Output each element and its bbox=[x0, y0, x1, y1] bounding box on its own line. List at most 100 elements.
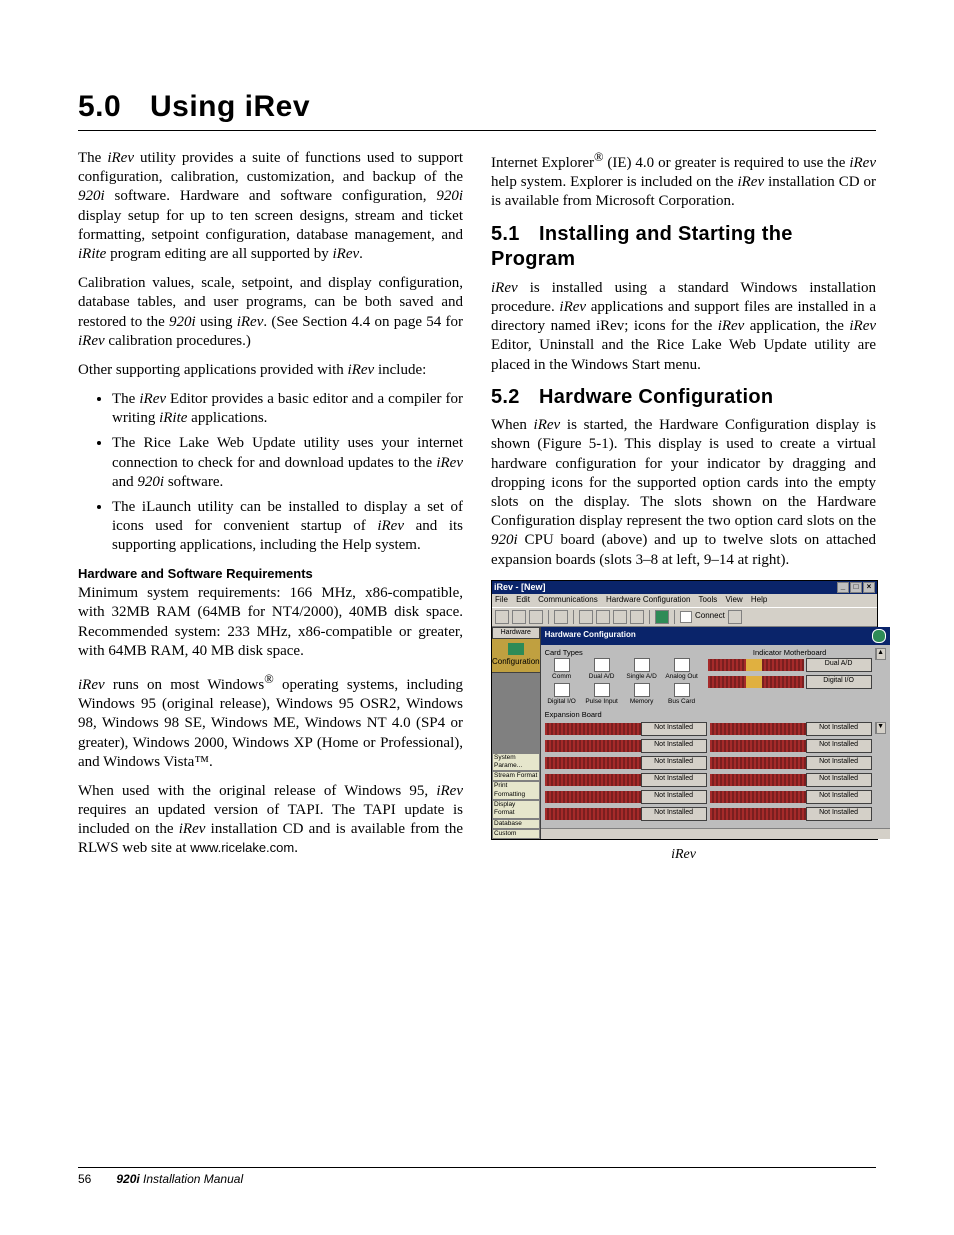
slot[interactable] bbox=[710, 740, 806, 752]
slot[interactable] bbox=[710, 791, 806, 803]
motherboard-group: Indicator Motherboard Dual A/D Digital I… bbox=[708, 648, 872, 693]
vertical-scrollbar[interactable]: ▲ bbox=[875, 648, 886, 660]
toolbar-button[interactable] bbox=[596, 610, 610, 624]
heading-5-2: 5.2Hardware Configuration bbox=[491, 385, 876, 411]
toolbar-button[interactable] bbox=[529, 610, 543, 624]
slot[interactable] bbox=[545, 791, 641, 803]
slot[interactable] bbox=[545, 774, 641, 786]
slot[interactable] bbox=[545, 757, 641, 769]
card-types-group: Card Types Comm Dual A/D Single A/D Anal… bbox=[545, 648, 705, 721]
menu-item[interactable]: Edit bbox=[516, 595, 530, 604]
irev-window: iRev - [New] _ □ × File Edit Communicati… bbox=[491, 580, 878, 841]
maximize-button[interactable]: □ bbox=[850, 582, 862, 593]
slot-button[interactable]: Not Installed bbox=[806, 722, 872, 736]
slot-button[interactable]: Not Installed bbox=[806, 756, 872, 770]
slot-button[interactable]: Digital I/O bbox=[806, 675, 872, 689]
vertical-scrollbar[interactable]: ▼ bbox=[875, 722, 886, 734]
para-other-apps: Other supporting applications provided w… bbox=[78, 361, 463, 380]
card-type[interactable]: Analog Out bbox=[665, 658, 699, 681]
slot-button[interactable]: Not Installed bbox=[806, 773, 872, 787]
window-title: iRev - [New] bbox=[494, 582, 546, 594]
slot[interactable] bbox=[710, 808, 806, 820]
slot-button[interactable]: Not Installed bbox=[806, 807, 872, 821]
slot-button[interactable]: Not Installed bbox=[641, 756, 707, 770]
slot-button[interactable]: Not Installed bbox=[641, 773, 707, 787]
card-type[interactable]: Pulse Input bbox=[585, 683, 619, 706]
sidebar-tab-hardware[interactable]: Hardware bbox=[492, 627, 540, 640]
para-calibration: Calibration values, scale, setpoint, and… bbox=[78, 274, 463, 351]
toolbar-button[interactable] bbox=[728, 610, 742, 624]
figure-caption: iRev bbox=[491, 846, 876, 864]
toolbar-separator bbox=[573, 610, 574, 624]
toolbar-button[interactable] bbox=[512, 610, 526, 624]
toolbar-button[interactable] bbox=[630, 610, 644, 624]
menu-item[interactable]: Help bbox=[751, 595, 767, 604]
menu-item[interactable]: Tools bbox=[699, 595, 718, 604]
toolbar-button[interactable] bbox=[655, 610, 669, 624]
sidebar: Hardware Configuration System Parame... … bbox=[492, 627, 541, 840]
slot-button[interactable]: Dual A/D bbox=[806, 658, 872, 672]
slot[interactable] bbox=[545, 740, 641, 752]
slot-button[interactable]: Not Installed bbox=[806, 790, 872, 804]
para-tapi: When used with the original release of W… bbox=[78, 782, 463, 859]
para-requirements: Minimum system requirements: 166 MHz, x8… bbox=[78, 584, 463, 661]
toolbar-button[interactable] bbox=[495, 610, 509, 624]
slot-button[interactable]: Not Installed bbox=[641, 807, 707, 821]
url-link[interactable]: www.ricelake.com bbox=[190, 840, 294, 855]
slot[interactable] bbox=[710, 757, 806, 769]
help-icon[interactable] bbox=[872, 629, 886, 643]
section-number: 5.0 bbox=[78, 90, 150, 124]
connect-label[interactable]: Connect bbox=[695, 611, 725, 621]
slot[interactable] bbox=[708, 676, 804, 688]
slot[interactable] bbox=[545, 723, 641, 735]
toolbar-separator bbox=[548, 610, 549, 624]
toolbar-button[interactable] bbox=[613, 610, 627, 624]
status-bar bbox=[541, 828, 890, 839]
sidebar-item[interactable]: Custom bbox=[492, 829, 540, 839]
sidebar-item[interactable]: Print Formatting bbox=[492, 781, 540, 800]
menu-bar: File Edit Communications Hardware Config… bbox=[492, 594, 877, 606]
menu-item[interactable]: File bbox=[495, 595, 508, 604]
slot[interactable] bbox=[545, 808, 641, 820]
card-type[interactable]: Memory bbox=[625, 683, 659, 706]
toolbar-button[interactable] bbox=[579, 610, 593, 624]
minimize-button[interactable]: _ bbox=[837, 582, 849, 593]
close-button[interactable]: × bbox=[863, 582, 875, 593]
slot-button[interactable]: Not Installed bbox=[806, 739, 872, 753]
para-ie: Internet Explorer® (IE) 4.0 or greater i… bbox=[491, 149, 876, 212]
find-icon[interactable] bbox=[680, 611, 692, 623]
subhead-requirements: Hardware and Software Requirements bbox=[78, 566, 463, 583]
page-number: 56 bbox=[78, 1172, 91, 1186]
card-type[interactable]: Single A/D bbox=[625, 658, 659, 681]
slot[interactable] bbox=[710, 723, 806, 735]
para-hwconfig: When iRev is started, the Hardware Confi… bbox=[491, 416, 876, 570]
card-type[interactable]: Digital I/O bbox=[545, 683, 579, 706]
toolbar-separator bbox=[674, 610, 675, 624]
slot-button[interactable]: Not Installed bbox=[641, 722, 707, 736]
menu-item[interactable]: Communications bbox=[538, 595, 598, 604]
toolbar: Connect bbox=[492, 607, 877, 627]
page-title: 5.0Using iRev bbox=[78, 90, 876, 124]
para-os-support: iRev runs on most Windows® operating sys… bbox=[78, 671, 463, 772]
slot-button[interactable]: Not Installed bbox=[641, 739, 707, 753]
slot[interactable] bbox=[708, 659, 804, 671]
toolbar-button[interactable] bbox=[554, 610, 568, 624]
bullet-list: The iRev Editor provides a basic editor … bbox=[78, 390, 463, 556]
card-type[interactable]: Dual A/D bbox=[585, 658, 619, 681]
scroll-up-icon[interactable]: ▲ bbox=[876, 648, 886, 660]
card-type[interactable]: Bus Card bbox=[665, 683, 699, 706]
sidebar-item-configuration[interactable]: Configuration bbox=[492, 639, 540, 672]
slot[interactable] bbox=[710, 774, 806, 786]
window-titlebar: iRev - [New] _ □ × bbox=[492, 581, 877, 595]
list-item: The Rice Lake Web Update utility uses yo… bbox=[112, 434, 463, 492]
slot-button[interactable]: Not Installed bbox=[641, 790, 707, 804]
card-type[interactable]: Comm bbox=[545, 658, 579, 681]
menu-item[interactable]: Hardware Configuration bbox=[606, 595, 691, 604]
sidebar-item[interactable]: Database bbox=[492, 819, 540, 829]
sidebar-item[interactable]: System Parame... bbox=[492, 753, 540, 772]
scroll-down-icon[interactable]: ▼ bbox=[876, 722, 886, 734]
para-intro: The iRev utility provides a suite of fun… bbox=[78, 149, 463, 264]
menu-item[interactable]: View bbox=[725, 595, 742, 604]
sidebar-item[interactable]: Display Format bbox=[492, 800, 540, 819]
sidebar-item[interactable]: Stream Format bbox=[492, 771, 540, 781]
